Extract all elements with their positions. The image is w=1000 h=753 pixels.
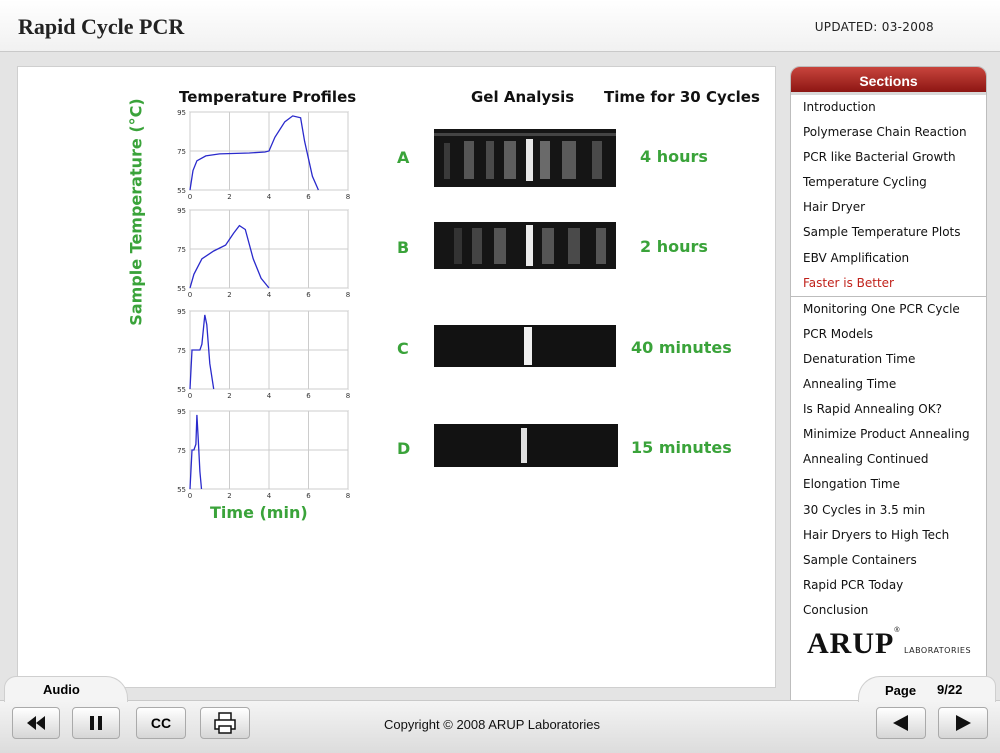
sidebar-item-pcr-models[interactable]: PCR Models [803,322,986,347]
pause-icon [90,716,102,730]
x-tick-label: 2 [227,392,231,400]
x-tick-label: 8 [346,193,350,201]
sidebar-item-hair-dryers-to-high-tech[interactable]: Hair Dryers to High Tech [803,523,986,548]
y-tick-label: 75 [177,246,186,254]
arrow-left-icon [893,715,908,731]
app-title: Rapid Cycle PCR [18,14,185,39]
x-tick-label: 6 [306,492,311,500]
printer-icon [214,712,236,734]
x-tick-label: 0 [188,291,192,299]
sidebar-item-faster-is-better[interactable]: Faster is Better [803,271,986,296]
x-tick-label: 8 [346,392,350,400]
copyright-text: Copyright © 2008 ARUP Laboratories [384,717,601,732]
sidebar-item-minimize-product-annealing[interactable]: Minimize Product Annealing [803,422,986,447]
rewind-icon [27,716,45,730]
sidebar-item-rapid-pcr-today[interactable]: Rapid PCR Today [803,573,986,598]
y-tick-label: 95 [177,408,186,416]
profile-chart-b: 0 2 4 6 8 55 75 95 [177,207,350,299]
page-number: 9/22 [937,682,963,697]
print-button[interactable] [200,707,250,739]
sidebar-item-is-rapid-annealing-ok[interactable]: Is Rapid Annealing OK? [803,397,986,422]
sidebar-item-pcr-like-bacterial-growth[interactable]: PCR like Bacterial Growth [803,145,986,170]
profile-chart-d: 0 2 4 6 8 55 75 95 [177,408,350,500]
x-tick-label: 4 [267,193,272,201]
y-tick-label: 75 [177,347,186,355]
sidebar-item-elongation-time[interactable]: Elongation Time [803,472,986,497]
x-tick-label: 4 [267,392,272,400]
logo-subtext: LABORATORIES [903,646,972,655]
logo-text: ARUP [807,627,895,660]
rewind-button[interactable] [12,707,60,739]
x-tick-label: 4 [267,291,272,299]
sections-sidebar: Sections Introduction Polymerase Chain R… [790,66,987,706]
arup-logo: ARUP® LABORATORIES [807,627,972,660]
row-b-time: 2 hours [640,237,708,256]
page-label: Page [885,683,917,698]
page-indicator: Page 9/22 [858,676,996,702]
pause-button[interactable] [72,707,120,739]
x-axis-label: Time (min) [210,503,308,522]
x-tick-label: 0 [188,492,192,500]
x-tick-label: 0 [188,193,192,201]
x-tick-label: 6 [306,291,311,299]
cc-button[interactable]: CC [136,707,186,739]
sidebar-title: Sections [791,67,986,95]
sidebar-item-polymerase-chain-reaction[interactable]: Polymerase Chain Reaction [803,120,986,145]
sidebar-item-annealing-continued[interactable]: Annealing Continued [803,447,986,472]
x-tick-label: 2 [227,492,231,500]
previous-page-button[interactable] [876,707,926,739]
y-tick-label: 55 [177,486,186,494]
updated-date: UPDATED: 03-2008 [814,20,934,34]
sidebar-item-temperature-cycling[interactable]: Temperature Cycling [803,170,986,195]
gel-image-b [434,222,616,269]
sidebar-item-monitoring-one-pcr-cycle[interactable]: Monitoring One PCR Cycle [803,297,986,322]
row-b-letter: B [397,238,410,257]
gel-image-c [434,325,616,367]
gel-heading: Gel Analysis [471,88,575,106]
y-tick-label: 95 [177,109,186,117]
sidebar-item-denaturation-time[interactable]: Denaturation Time [803,347,986,372]
x-tick-label: 4 [267,492,272,500]
x-tick-label: 2 [227,291,231,299]
audio-tab[interactable]: Audio [4,676,128,702]
profile-chart-a: 0 2 4 6 8 55 75 95 [177,109,350,201]
row-c-time: 40 minutes [631,338,732,357]
header-bar: Rapid Cycle PCR UPDATED: 03-2008 [0,0,1000,52]
arrow-right-icon [956,715,971,731]
y-tick-label: 75 [177,447,186,455]
row-a-letter: A [397,148,410,167]
y-tick-label: 55 [177,285,186,293]
next-page-button[interactable] [938,707,988,739]
x-tick-label: 6 [306,392,311,400]
y-tick-label: 95 [177,308,186,316]
x-tick-label: 0 [188,392,192,400]
x-tick-label: 8 [346,291,350,299]
row-c-letter: C [397,339,409,358]
sidebar-item-sample-temperature-plots[interactable]: Sample Temperature Plots [803,220,986,245]
gel-image-d [434,424,618,467]
x-tick-label: 8 [346,492,350,500]
sidebar-item-hair-dryer[interactable]: Hair Dryer [803,195,986,220]
y-tick-label: 75 [177,148,186,156]
sidebar-item-30-cycles[interactable]: 30 Cycles in 3.5 min [803,498,986,523]
x-tick-label: 2 [227,193,231,201]
row-d-letter: D [397,439,411,458]
sidebar-item-sample-containers[interactable]: Sample Containers [803,548,986,573]
y-tick-label: 55 [177,187,186,195]
time-heading: Time for 30 Cycles [604,88,760,106]
sidebar-item-introduction[interactable]: Introduction [803,95,986,120]
profile-chart-c: 0 2 4 6 8 55 75 95 [177,308,350,400]
sidebar-item-ebv-amplification[interactable]: EBV Amplification [803,246,986,271]
sections-list: Introduction Polymerase Chain Reaction P… [791,95,986,623]
y-tick-label: 55 [177,386,186,394]
sidebar-item-conclusion[interactable]: Conclusion [803,598,986,623]
y-tick-label: 95 [177,207,186,215]
row-a-time: 4 hours [640,147,708,166]
profiles-heading: Temperature Profiles [179,88,357,106]
y-axis-label: Sample Temperature (°C) [126,98,146,326]
sidebar-item-annealing-time[interactable]: Annealing Time [803,372,986,397]
row-d-time: 15 minutes [631,438,732,457]
x-tick-label: 6 [306,193,311,201]
gel-image-a [434,129,616,187]
